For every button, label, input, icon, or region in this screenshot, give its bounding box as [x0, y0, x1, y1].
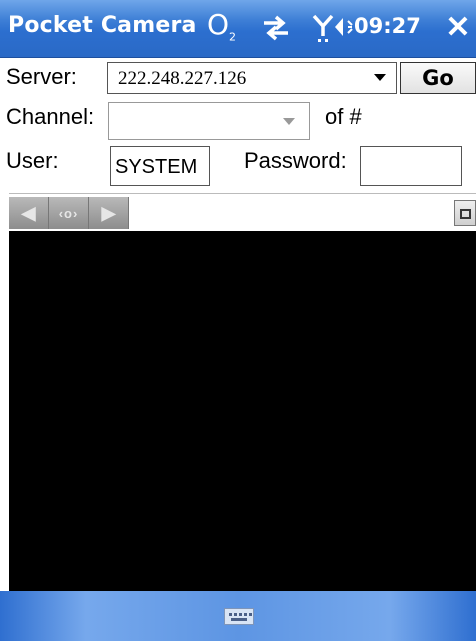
channel-count-label: of # — [325, 104, 362, 129]
clock[interactable]: 09:27 — [354, 14, 421, 38]
connectivity-arrows-icon[interactable] — [261, 12, 291, 44]
speaker-volume-icon[interactable] — [329, 12, 355, 44]
channel-combobox[interactable] — [108, 102, 310, 140]
title-bar: Pocket Camera O2 09:27 ✕ — [0, 0, 476, 58]
video-view[interactable] — [9, 231, 476, 591]
keyboard-icon[interactable] — [224, 608, 254, 625]
chevron-down-icon[interactable] — [283, 118, 295, 125]
pan-center-icon[interactable]: ‹o› — [49, 197, 89, 229]
pan-right-icon[interactable]: ▶ — [89, 197, 129, 229]
pan-controls: ◀ ‹o› ▶ — [9, 197, 129, 229]
server-label: Server: — [6, 64, 77, 89]
o2-logo-icon: O2 — [207, 8, 237, 44]
user-field[interactable]: SYSTEM — [110, 146, 210, 186]
channel-label: Channel: — [6, 104, 95, 129]
close-icon[interactable]: ✕ — [440, 8, 476, 48]
app-title: Pocket Camera — [8, 13, 197, 38]
user-label: User: — [6, 148, 59, 173]
chevron-down-icon[interactable] — [374, 74, 386, 81]
user-value: SYSTEM — [115, 156, 198, 178]
go-button[interactable]: Go — [400, 62, 476, 94]
popout-window-icon[interactable] — [454, 200, 476, 226]
server-combobox[interactable]: 222.248.227.126 — [107, 62, 397, 94]
soft-key-bar — [0, 591, 476, 641]
pan-left-icon[interactable]: ◀ — [9, 197, 49, 229]
password-field[interactable] — [360, 146, 462, 186]
server-value: 222.248.227.126 — [118, 68, 247, 89]
camera-control-bar: ◀ ‹o› ▶ — [9, 193, 476, 232]
password-label: Password: — [244, 148, 347, 173]
